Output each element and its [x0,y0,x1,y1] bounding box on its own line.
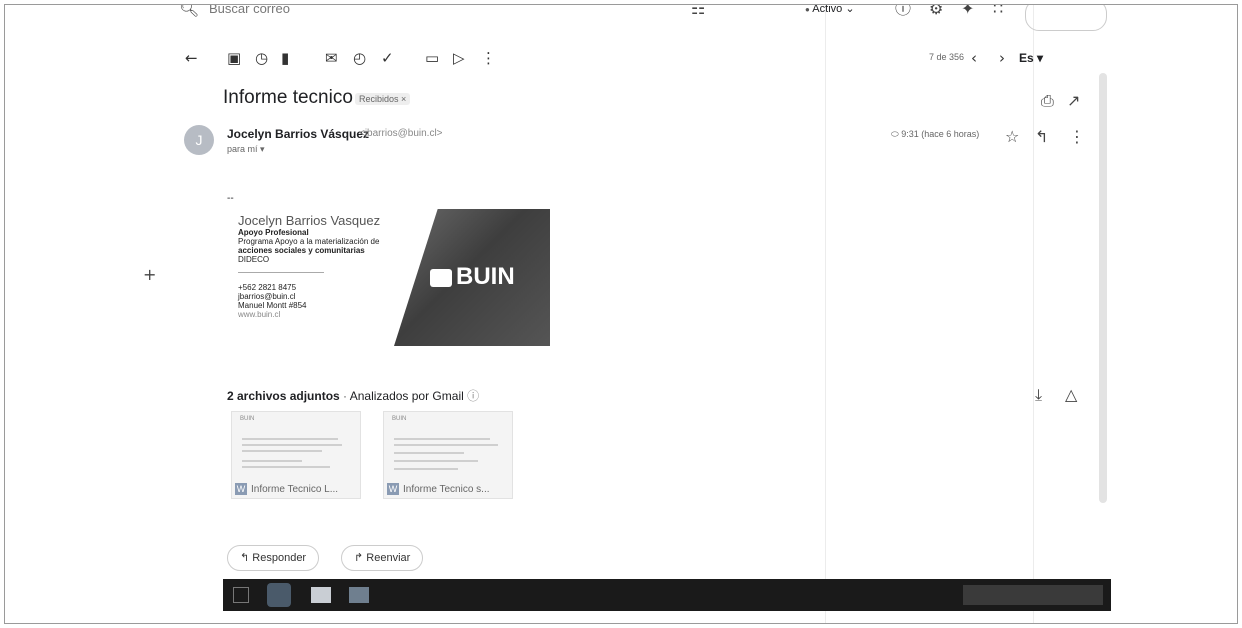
filter-icon[interactable]: ☷ [691,5,705,17]
signature-email[interactable]: jbarrios@buin.cl [238,292,380,301]
thumb-line [394,460,478,462]
forward-arrow-icon: ↱ [354,552,364,564]
mark-unread-icon[interactable]: ✉ [325,49,338,67]
screenshot-frame: 🔍︎ Buscar correo ☷ ● Activo ⌄ ⓘ ⚙ ✦ ∷ ← … [4,4,1238,624]
signature-separator: -- [227,193,234,204]
status-dropdown[interactable]: ● Activo ⌄ [805,4,855,15]
reply-icon[interactable]: ↰ [1035,129,1048,145]
attachments-scanned: Analizados por Gmail [349,389,464,403]
download-all-icon[interactable]: ⤓ [1035,387,1042,403]
word-file-icon: W [387,483,399,495]
label-icon[interactable]: ▷ [453,49,465,67]
older-icon[interactable]: › [999,49,1005,67]
attachment-name: Informe Tecnico s... [403,484,490,495]
save-to-drive-icon[interactable]: △ [1065,387,1077,403]
divider [825,5,826,623]
back-icon[interactable]: ← [185,49,198,67]
signature-program: Programa Apoyo a la materialización de [238,237,380,246]
print-icon[interactable]: ⎙ [1041,93,1054,109]
info-icon[interactable]: ⓘ [467,389,479,403]
gemini-icon[interactable]: ✦ [961,5,974,17]
signature-role: Apoyo Profesional [238,228,309,237]
reply-button[interactable]: ↰ Responder [227,545,320,571]
apps-icon[interactable]: ∷ [993,5,1003,17]
inbox-label-chip[interactable]: Recibidos × [355,93,411,105]
newer-icon[interactable]: ‹ [971,49,977,67]
thumb-header: BUIN [392,416,407,422]
signature-program-2: acciones sociales y comunitarias [238,246,365,255]
star-icon[interactable]: ☆ [1005,129,1019,145]
app-icon[interactable] [349,587,369,603]
language-selector[interactable]: Es ▾ [1019,51,1043,65]
attachment-label[interactable]: W Informe Tecnico s... [387,483,490,495]
report-spam-icon[interactable]: ◷ [255,49,268,67]
attachments-header: 2 archivos adjuntos · Analizados por Gma… [227,389,480,403]
buin-logo-icon [430,269,452,287]
help-icon[interactable]: ⓘ [895,5,911,17]
archive-icon[interactable]: ▣ [227,49,241,67]
attachment-icon: ⬭ [891,129,899,139]
signature-address: Manuel Montt #854 [238,301,307,310]
settings-icon[interactable]: ⚙ [929,5,943,17]
thumb-line [394,438,490,440]
recipient-text: para mí [227,144,258,154]
account-button[interactable] [1025,5,1107,31]
thumb-line [242,444,342,446]
attachment-name: Informe Tecnico L... [251,484,339,495]
thumb-line [242,466,330,468]
thumb-line [242,438,338,440]
plus-icon: + [143,265,157,284]
divider [1033,5,1034,623]
browser-icon[interactable] [267,583,291,607]
system-tray[interactable] [963,585,1103,605]
sender-email: <jbarrios@buin.cl> [359,128,443,139]
recipient-dropdown[interactable]: para mí ▾ [227,144,265,155]
snooze-icon[interactable]: ◴ [353,49,366,67]
scrollbar[interactable] [1099,73,1107,503]
signature-name: Jocelyn Barrios Vasquez [238,213,381,228]
buin-banner-image: BUIN [394,209,550,346]
more-icon[interactable]: ⋮ [481,49,496,67]
thumb-line [242,450,322,452]
language-label: Es [1019,51,1034,65]
thumb-line [394,468,458,470]
taskbar [223,579,1111,611]
email-signature: Jocelyn Barrios Vasquez Apoyo Profesiona… [238,213,380,319]
start-icon[interactable] [233,587,249,603]
pagination-text: 7 de 356 [929,52,965,62]
search-input[interactable]: Buscar correo [209,5,290,16]
attachment-label[interactable]: W Informe Tecnico L... [235,483,338,495]
thumb-line [394,444,498,446]
sender-name: Jocelyn Barrios Vásquez [227,127,370,141]
reply-label: Responder [252,552,307,564]
signature-divider [238,272,324,273]
signature-dept: DIDECO [238,255,270,264]
buin-logo-text: BUIN [456,263,515,290]
folder-icon[interactable] [311,587,331,603]
email-subject: Informe tecnico [223,87,353,108]
timestamp-text: 9:31 (hace 6 horas) [901,129,980,139]
forward-button[interactable]: ↱ Reenviar [341,545,424,571]
search-icon[interactable]: 🔍︎ [179,5,199,17]
label-text: Recibidos [359,94,399,104]
status-label: Activo [812,4,843,15]
forward-label: Reenviar [366,552,411,564]
move-to-icon[interactable]: ▭ [425,49,439,67]
status-dot-icon: ● [805,5,810,14]
sender-avatar: J [184,125,214,155]
open-new-window-icon[interactable]: ↗ [1067,93,1080,109]
thumb-header: BUIN [240,416,255,422]
add-task-icon[interactable]: ✓ [381,49,394,67]
attachments-title: 2 archivos adjuntos [227,389,340,403]
signature-web[interactable]: www.buin.cl [238,310,380,319]
reply-arrow-icon: ↰ [240,552,250,564]
timestamp: ⬭ 9:31 (hace 6 horas) [891,129,979,140]
word-file-icon: W [235,483,247,495]
thumb-line [242,460,302,462]
signature-phone: +562 2821 8475 [238,283,297,292]
thumb-line [394,452,464,454]
delete-icon[interactable]: ▮ [281,49,289,67]
more-options-icon[interactable]: ⋮ [1069,129,1085,145]
